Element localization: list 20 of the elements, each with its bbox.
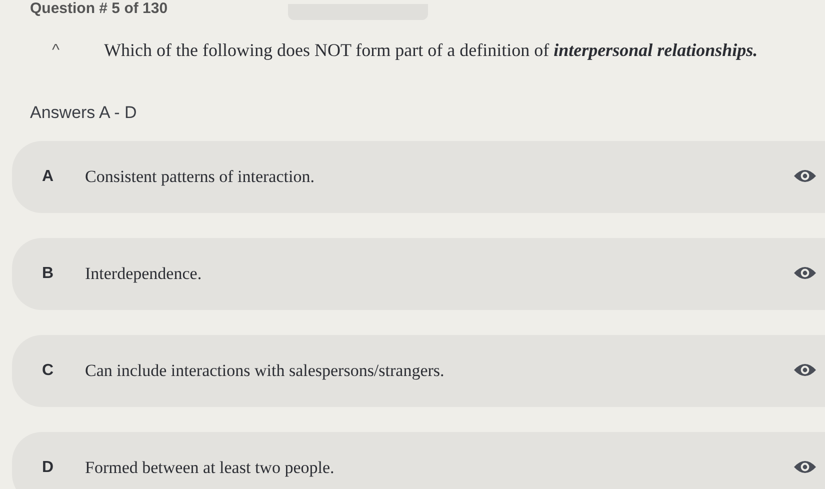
answer-option[interactable]: A Consistent patterns of interaction. bbox=[12, 141, 825, 213]
collapse-toggle[interactable]: ^ bbox=[52, 42, 104, 60]
eye-icon[interactable] bbox=[793, 265, 817, 281]
eye-icon[interactable] bbox=[793, 168, 817, 184]
option-text: Can include interactions with salespersons/strangers. bbox=[85, 361, 444, 381]
option-letter: D bbox=[42, 459, 55, 477]
question-text: Which of the following does NOT form part of a definition of interpersonal relationships. bbox=[104, 40, 758, 61]
option-text: Interdependence. bbox=[85, 264, 202, 284]
option-text: Consistent patterns of interaction. bbox=[85, 167, 314, 187]
eye-icon[interactable] bbox=[793, 459, 817, 475]
option-letter: A bbox=[42, 168, 55, 186]
option-letter: C bbox=[42, 362, 55, 380]
answer-option[interactable]: B Interdependence. bbox=[12, 238, 825, 310]
question-counter: Question # 5 of 130 bbox=[30, 2, 168, 16]
answer-option[interactable]: D Formed between at least two people. bbox=[12, 432, 825, 489]
answer-option[interactable]: C Can include interactions with salespersons/strangers. bbox=[12, 335, 825, 407]
eye-icon[interactable] bbox=[793, 362, 817, 378]
answers-heading: Answers A - D bbox=[30, 103, 138, 123]
option-letter: B bbox=[42, 265, 55, 283]
option-text: Formed between at least two people. bbox=[85, 458, 334, 478]
